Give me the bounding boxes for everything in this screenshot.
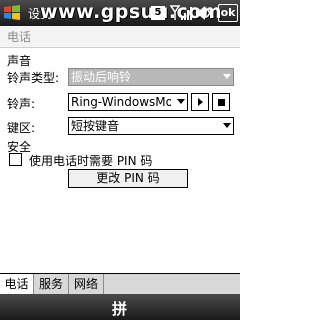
keypad-value: 短按键音 bbox=[71, 119, 120, 133]
input-method-button[interactable]: 拼 bbox=[112, 298, 127, 319]
stop-icon bbox=[218, 99, 225, 106]
phone-settings-screen: 设置 www.gpsuu.com 5 ok 电话 声音 铃声类型: 振动后响铃 … bbox=[0, 0, 240, 320]
play-icon bbox=[198, 98, 203, 106]
windows-logo-icon[interactable] bbox=[2, 3, 22, 23]
chevron-down-icon bbox=[223, 74, 231, 79]
signal-strength-icon[interactable] bbox=[169, 4, 193, 22]
notification-icon[interactable]: 5 bbox=[151, 6, 165, 20]
keypad-dropdown[interactable]: 短按键音 bbox=[68, 117, 234, 135]
tab-phone[interactable]: 电话 bbox=[0, 274, 34, 294]
sound-section-label: 声音 bbox=[7, 54, 32, 68]
softkey-bar: 拼 bbox=[0, 294, 240, 320]
ring-type-dropdown[interactable]: 振动后响铃 bbox=[68, 68, 234, 86]
chevron-down-icon bbox=[177, 99, 185, 104]
require-pin-label[interactable]: 使用电话时需要 PIN 码 bbox=[29, 152, 152, 169]
change-pin-button[interactable]: 更改 PIN 码 bbox=[68, 169, 188, 188]
chevron-down-icon bbox=[223, 123, 231, 128]
volume-icon[interactable] bbox=[194, 4, 214, 22]
ringtone-label: 铃声: bbox=[7, 97, 36, 111]
stop-ringtone-button[interactable] bbox=[212, 93, 230, 111]
page-title: 电话 bbox=[0, 26, 240, 48]
tab-bar: 电话 服务 网络 bbox=[0, 273, 240, 294]
require-pin-checkbox[interactable] bbox=[9, 153, 22, 166]
title-bar: 设置 www.gpsuu.com 5 ok bbox=[0, 0, 240, 26]
tab-services[interactable]: 服务 bbox=[34, 274, 69, 294]
ring-type-value: 振动后响铃 bbox=[71, 70, 132, 84]
ring-type-label: 铃声类型: bbox=[7, 71, 60, 85]
play-ringtone-button[interactable] bbox=[191, 93, 209, 111]
tab-network[interactable]: 网络 bbox=[69, 274, 104, 294]
ringtone-value: Ring-WindowsMobile bbox=[71, 95, 188, 109]
keypad-label: 键区: bbox=[7, 121, 36, 135]
ok-button[interactable]: ok bbox=[218, 4, 238, 22]
ringtone-dropdown[interactable]: Ring-WindowsMobile bbox=[68, 93, 188, 111]
